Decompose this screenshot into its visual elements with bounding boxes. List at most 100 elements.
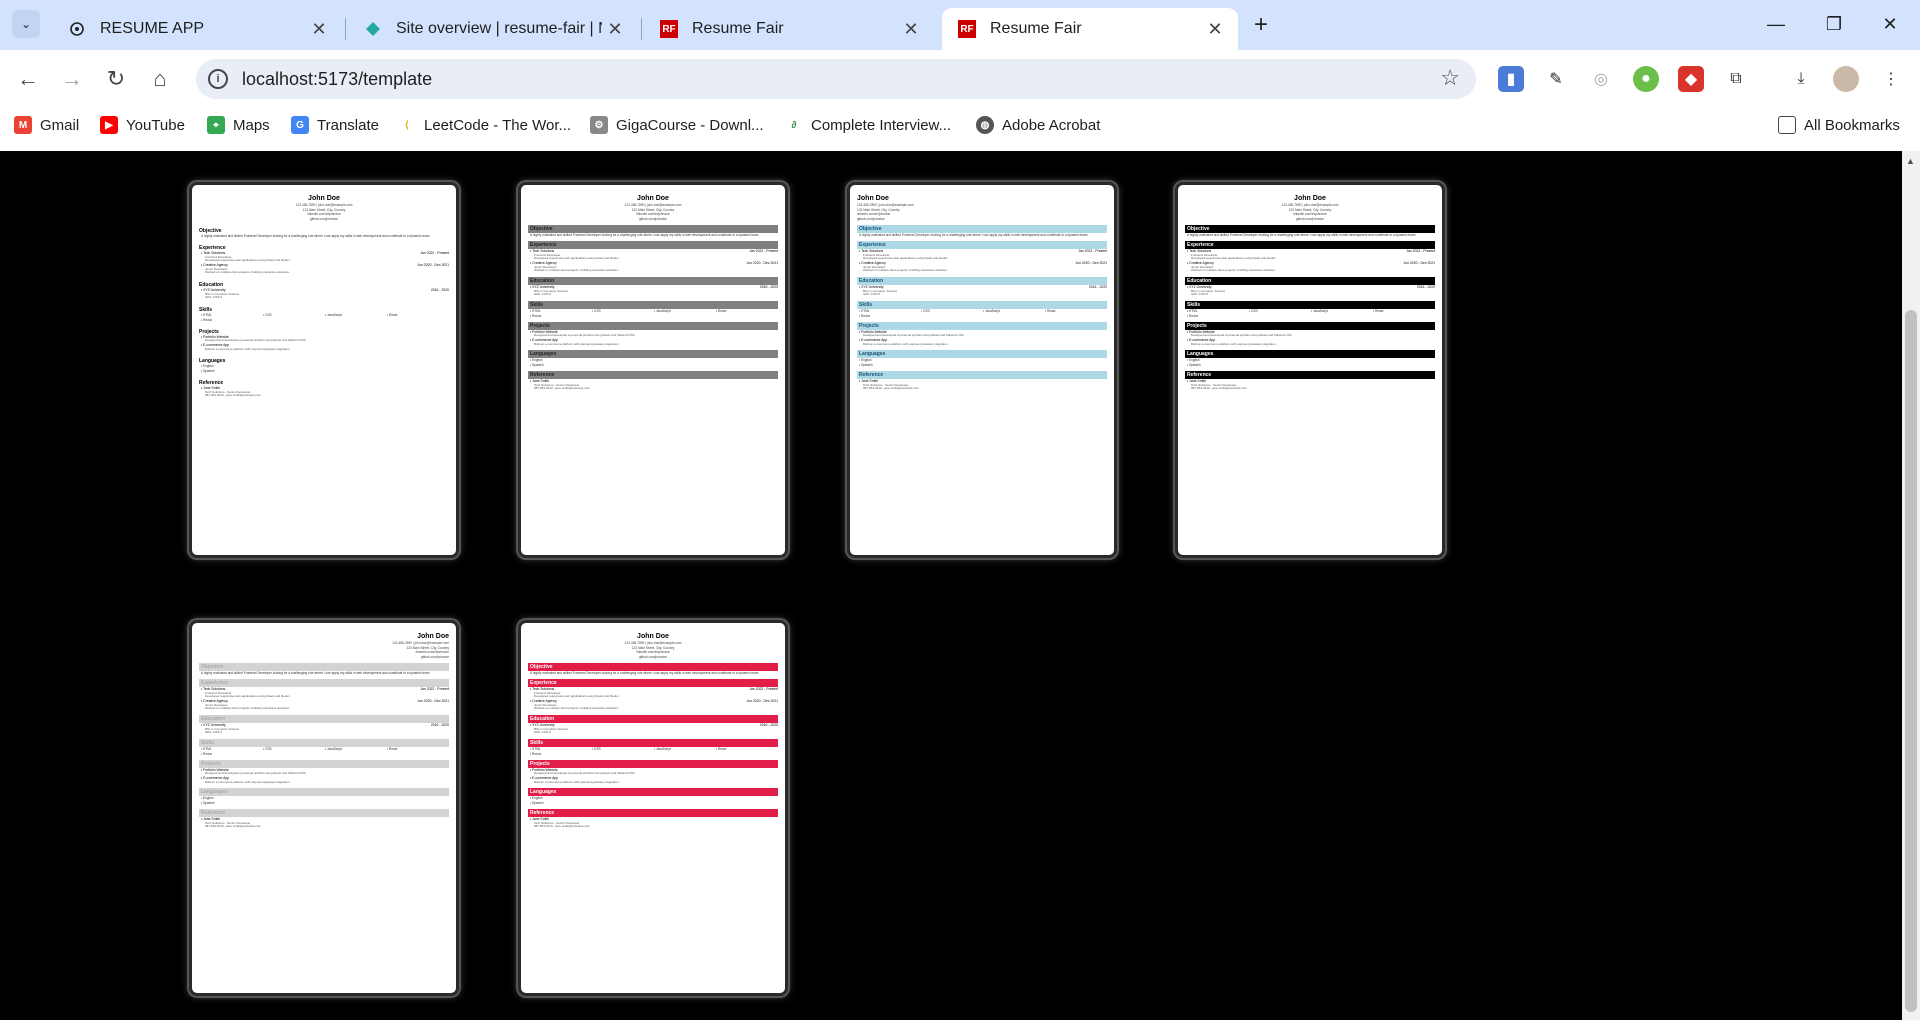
section-reference: Reference: [528, 371, 778, 380]
skills-list: • HTML • CSS • JavaScript • React • Redux: [530, 309, 727, 318]
tab-title: Resume Fair: [692, 20, 784, 37]
languages-list: • English • Spanish: [1187, 358, 1201, 367]
scrollbar-thumb[interactable]: [1905, 310, 1917, 1012]
red-extension-icon[interactable]: ◆: [1678, 66, 1704, 92]
bookmark-star-icon[interactable]: ☆: [1440, 65, 1460, 91]
tab-divider: [345, 18, 346, 40]
tab-resume-app[interactable]: RESUME APP ✕: [52, 8, 342, 50]
resume-name: John Doe: [1294, 195, 1326, 202]
reference-contact: 987-654-3210 - jane.smith@example.com: [1191, 386, 1247, 391]
close-window-button[interactable]: ✕: [1868, 8, 1912, 40]
bookmark-youtube[interactable]: ▶ YouTube: [100, 114, 185, 136]
netlify-icon: [364, 20, 382, 38]
new-tab-button[interactable]: +: [1246, 10, 1276, 40]
section-skills: Skills: [857, 301, 1107, 310]
extension-doc-icon[interactable]: ▮: [1498, 66, 1524, 92]
experience-desc: Worked on multiple client projects, buil…: [1191, 268, 1276, 273]
resume-contact: 123-456-7890 | john.doe@example.com 123 …: [624, 641, 682, 659]
scroll-up-icon[interactable]: ▲: [1906, 156, 1915, 166]
section-objective: Objective: [857, 225, 1107, 233]
section-education: Education: [1185, 277, 1435, 286]
section-education: Education: [528, 715, 778, 724]
globe-icon: ◍: [976, 116, 994, 134]
tab-resume-fair[interactable]: RF Resume Fair ✕: [644, 8, 934, 50]
section-projects: Projects: [528, 760, 778, 769]
minimize-button[interactable]: —: [1754, 8, 1798, 40]
tab-divider: [641, 18, 642, 40]
browser-chrome: ⌄ RESUME APP ✕ Site overview | resume-fa…: [0, 0, 1920, 151]
section-experience: Experience: [857, 241, 1107, 250]
tab-search-button[interactable]: ⌄: [12, 10, 40, 38]
bookmark-adobe-acrobat[interactable]: ◍ Adobe Acrobat: [976, 114, 1100, 136]
section-reference: Reference: [528, 809, 778, 818]
close-icon[interactable]: ✕: [1202, 19, 1228, 40]
skills-list: • HTML • CSS • JavaScript • React • Redux: [1187, 309, 1384, 318]
close-icon[interactable]: ✕: [602, 19, 628, 40]
education-gpa: GPA: 3.8/4.0: [205, 295, 222, 300]
forward-button[interactable]: →: [57, 64, 87, 94]
eyedropper-icon[interactable]: ✎: [1543, 66, 1569, 92]
project-desc: Built an e-commerce platform with paymen…: [534, 779, 620, 784]
tab-resume-fair-active[interactable]: RF Resume Fair ✕: [942, 8, 1238, 50]
site-info-icon[interactable]: i: [208, 69, 228, 89]
download-icon[interactable]: ⤓: [1788, 66, 1814, 92]
section-experience: Experience: [528, 241, 778, 250]
frog-extension-icon[interactable]: ●: [1633, 66, 1659, 92]
gmail-icon: M: [14, 116, 32, 134]
reference-contact: 987-654-3210 - jane.smith@example.com: [205, 824, 261, 829]
back-button[interactable]: ←: [13, 64, 43, 94]
section-skills: Skills: [1185, 301, 1435, 310]
restore-button[interactable]: ❐: [1812, 8, 1856, 40]
resume-contact: 123-456-7890 | john.doe@example.com 123 …: [1281, 203, 1339, 221]
reload-button[interactable]: ↻: [101, 64, 131, 94]
languages-list: • English • Spanish: [530, 358, 544, 367]
puzzle-icon[interactable]: ⧉: [1723, 66, 1749, 92]
languages-list: • English • Spanish: [530, 796, 544, 805]
gigacourse-icon: ⚙: [590, 116, 608, 134]
url-text[interactable]: localhost:5173/template: [242, 69, 432, 90]
youtube-icon: ▶: [100, 116, 118, 134]
objective-text: A highly motivated and skilled Frontend …: [1187, 233, 1417, 237]
template-card-crimson[interactable]: John Doe 123-456-7890 | john.doe@example…: [518, 620, 788, 996]
project-desc: Built an e-commerce platform with paymen…: [1191, 341, 1277, 346]
bookmark-gigacourse[interactable]: ⚙ GigaCourse - Downl...: [590, 114, 764, 136]
reference-contact: 987-654-3210 - jane.smith@example.com: [205, 393, 261, 398]
menu-icon[interactable]: ⋮: [1878, 66, 1904, 92]
reference-contact: 987-654-3210 - jane.smith@example.com: [863, 386, 919, 391]
all-bookmarks[interactable]: All Bookmarks: [1778, 114, 1900, 136]
extension-circle-icon[interactable]: ◎: [1588, 66, 1614, 92]
tab-site-overview[interactable]: Site overview | resume-fair | Net ✕: [348, 8, 638, 50]
restore-icon: ❐: [1825, 13, 1843, 34]
address-bar[interactable]: i localhost:5173/template ☆: [196, 59, 1476, 99]
arrow-right-icon: →: [61, 66, 83, 91]
section-experience: Experience: [528, 679, 778, 688]
template-card-gray[interactable]: John Doe 123-456-7890 | john.doe@example…: [518, 182, 788, 558]
close-icon[interactable]: ✕: [306, 19, 332, 40]
bookmark-leetcode[interactable]: ⟨ LeetCode - The Wor...: [398, 114, 571, 136]
template-card-black[interactable]: John Doe 123-456-7890 | john.doe@example…: [1175, 182, 1445, 558]
bookmark-translate[interactable]: G Translate: [291, 114, 379, 136]
home-button[interactable]: ⌂: [145, 64, 175, 94]
bookmark-maps[interactable]: ⌖ Maps: [207, 114, 270, 136]
tab-title: Resume Fair: [990, 20, 1082, 37]
skills-list: • HTML • CSS • JavaScript • React • Redux: [859, 309, 1056, 318]
section-languages: Languages: [199, 788, 449, 797]
resume-contact: 123-456-7890 | john.doe@example.com 123 …: [392, 641, 449, 659]
folder-icon: [1778, 116, 1796, 134]
close-icon[interactable]: ✕: [898, 19, 924, 40]
avatar[interactable]: [1833, 66, 1859, 92]
section-languages: Languages: [1185, 350, 1435, 359]
bookmark-gmail[interactable]: M Gmail: [14, 114, 79, 136]
bookmark-complete-interview[interactable]: ∂ Complete Interview...: [785, 114, 951, 136]
experience-desc: Worked on multiple client projects, buil…: [205, 706, 290, 711]
template-card-light-gray[interactable]: John Doe 123-456-7890 | john.doe@example…: [189, 620, 459, 996]
project-desc: Built an e-commerce platform with paymen…: [534, 341, 620, 346]
languages-list: • English • Spanish: [859, 358, 873, 367]
experience-desc: Worked on multiple client projects, buil…: [534, 706, 619, 711]
template-card-plain[interactable]: John Doe 123-456-7890 | john.doe@example…: [189, 182, 459, 558]
page-content: John Doe 123-456-7890 | john.doe@example…: [0, 151, 1902, 1020]
project-desc: Built an e-commerce platform with paymen…: [863, 341, 949, 346]
section-experience: Experience: [199, 679, 449, 688]
resume-name: John Doe: [857, 195, 889, 202]
template-card-light-blue[interactable]: John Doe 123-456-7890 | john.doe@example…: [847, 182, 1117, 558]
